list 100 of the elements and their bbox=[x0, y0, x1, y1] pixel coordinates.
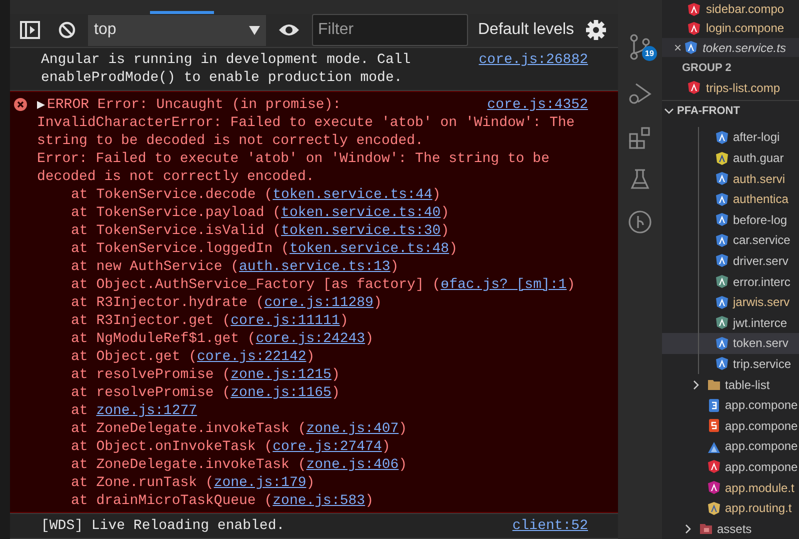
open-editor-item[interactable]: login.compone bbox=[662, 18, 799, 38]
stack-frame-link[interactable]: token.service.ts:44 bbox=[272, 186, 432, 204]
file-type-icon bbox=[716, 357, 728, 370]
branch-circle-icon[interactable] bbox=[628, 210, 652, 234]
tree-item[interactable]: driver.serv bbox=[662, 250, 799, 272]
tree-item[interactable]: app.compone bbox=[662, 456, 799, 478]
stack-frame-text: at TokenService.loggedIn ( bbox=[71, 240, 290, 258]
file-name: app.compone bbox=[725, 458, 798, 476]
stack-frame-text: at Zone.runTask ( bbox=[71, 474, 214, 492]
close-icon[interactable]: × bbox=[674, 38, 682, 58]
stack-frame-text: ) bbox=[398, 420, 408, 438]
tree-item[interactable]: token.serv bbox=[662, 333, 799, 354]
chevron-right-icon bbox=[684, 524, 692, 534]
file-name: authentica bbox=[733, 191, 788, 208]
stack-frame-text: at resolvePromise ( bbox=[71, 384, 231, 402]
file-name: token.serv bbox=[733, 335, 788, 352]
stack-frame-text: at R3Injector.hydrate ( bbox=[71, 294, 264, 312]
source-link[interactable]: core.js:26882 bbox=[478, 51, 588, 69]
tree-item[interactable]: auth.guar bbox=[662, 148, 799, 168]
file-name: before-log bbox=[733, 212, 788, 229]
source-link[interactable]: core.js:4352 bbox=[487, 96, 588, 114]
open-editor-item[interactable]: × token.service.ts bbox=[662, 38, 799, 58]
tree-item[interactable]: app.routing.t bbox=[662, 498, 799, 518]
context-dropdown[interactable]: top bbox=[88, 14, 266, 46]
eye-icon[interactable] bbox=[278, 23, 300, 38]
file-type-icon bbox=[716, 152, 728, 165]
stack-frame-text: ) bbox=[449, 240, 458, 258]
log-levels-dropdown[interactable]: Default levels bbox=[478, 18, 574, 42]
folder-icon bbox=[708, 378, 720, 392]
open-editor-item[interactable]: sidebar.compo bbox=[662, 0, 799, 19]
tree-item[interactable]: app.compone bbox=[662, 415, 799, 436]
stack-frame-link[interactable]: zone.js:407 bbox=[306, 420, 399, 438]
dropdown-caret-icon bbox=[249, 26, 260, 35]
file-type-icon bbox=[688, 22, 700, 35]
tree-item[interactable]: after-logi bbox=[662, 127, 799, 148]
tree-item[interactable]: auth.servi bbox=[662, 168, 799, 189]
tree-item[interactable]: car.service bbox=[662, 230, 799, 251]
run-debug-icon[interactable] bbox=[628, 82, 652, 106]
explorer-section-header[interactable]: PFA-FRONT bbox=[662, 100, 799, 122]
file-name: token.service.ts bbox=[702, 40, 786, 57]
file-name: trips-list.comp bbox=[706, 80, 780, 97]
stack-frame-link[interactable]: core.js:11111 bbox=[230, 312, 340, 330]
stack-frame-link[interactable]: token.service.ts:30 bbox=[281, 222, 441, 240]
stack-frame-text: at ZoneDelegate.invokeTask ( bbox=[71, 456, 306, 474]
stack-frame-link[interactable]: zone.js:583 bbox=[272, 492, 366, 510]
stack-frame-link[interactable]: token.service.ts:40 bbox=[281, 204, 441, 222]
tree-item[interactable]: error.interc bbox=[662, 271, 799, 292]
stack-frame-link[interactable]: token.service.ts:48 bbox=[289, 240, 450, 258]
notification-badge: 19 bbox=[642, 46, 657, 61]
open-editor-item[interactable]: trips-list.comp bbox=[662, 78, 799, 98]
sidebar-toggle-icon[interactable] bbox=[20, 21, 40, 40]
tree-item[interactable]: jwt.interce bbox=[662, 312, 799, 334]
file-name: app.routing.t bbox=[725, 500, 792, 518]
extensions-icon[interactable] bbox=[628, 126, 652, 150]
file-type-icon bbox=[708, 419, 720, 432]
file-name: assets bbox=[717, 520, 752, 538]
file-name: driver.serv bbox=[733, 252, 788, 270]
stack-frame-link[interactable]: core.js:27474 bbox=[272, 438, 382, 456]
settings-icon[interactable] bbox=[586, 20, 606, 40]
tree-item[interactable]: jarwis.serv bbox=[662, 292, 799, 312]
source-control-icon[interactable] bbox=[628, 34, 652, 60]
stack-frame-text: at NgModuleRef$1.get ( bbox=[71, 330, 256, 348]
file-type-icon bbox=[716, 130, 728, 144]
stack-frame-link[interactable]: core.js:11289 bbox=[264, 294, 374, 312]
tree-item[interactable]: app.module.t bbox=[662, 477, 799, 498]
tree-item[interactable]: trip.service bbox=[662, 354, 799, 374]
file-name: jwt.interce bbox=[733, 314, 788, 332]
tree-item[interactable]: before-log bbox=[662, 210, 799, 230]
stack-frame-link[interactable]: zone.js:1165 bbox=[230, 384, 332, 402]
tree-item[interactable]: assets bbox=[662, 518, 799, 539]
file-name: jarwis.serv bbox=[733, 294, 790, 312]
stack-frame-link[interactable]: core.js:22142 bbox=[197, 348, 306, 366]
tree-item[interactable]: app.compone bbox=[662, 436, 799, 457]
file-type-icon bbox=[684, 41, 697, 54]
stack-frame-link[interactable]: zone.js:1215 bbox=[230, 366, 332, 384]
flask-icon[interactable] bbox=[630, 168, 650, 190]
file-type-icon bbox=[708, 398, 720, 412]
stack-frame-text: at Object.AuthService_Factory [as factory] ( bbox=[71, 276, 441, 294]
clear-console-icon[interactable] bbox=[58, 21, 76, 40]
tree-item[interactable]: app.compone bbox=[662, 394, 799, 416]
error-text: InvalidCharacterError: Failed to execute 'atob' on 'Window': The string to be decoded is not correctly encoded. bbox=[37, 114, 576, 150]
stack-frame-link[interactable]: core.js:24243 bbox=[256, 330, 366, 348]
filter-field[interactable]: Filter bbox=[312, 14, 468, 46]
tree-item[interactable]: table-list bbox=[662, 374, 799, 395]
stack-frame-text: at new AuthService ( bbox=[71, 258, 240, 276]
error-text: Error: Failed to execute 'atob' on 'Window': The string to be decoded is not correctly encoded. bbox=[37, 150, 550, 186]
file-type-icon bbox=[708, 502, 720, 515]
tree-item[interactable]: authentica bbox=[662, 188, 799, 210]
error-icon bbox=[14, 98, 27, 111]
stack-frame-text: ) bbox=[398, 456, 408, 474]
stack-frame-link[interactable]: ɵfac.js? [sm]:1 bbox=[440, 276, 567, 294]
source-link[interactable]: client:52 bbox=[512, 517, 588, 535]
stack-frame-link[interactable]: auth.service.ts:13 bbox=[239, 258, 390, 276]
stack-frame-link[interactable]: zone.js:1277 bbox=[96, 402, 198, 420]
stack-frame-link[interactable]: zone.js:406 bbox=[306, 456, 399, 474]
stack-frame-text: ) bbox=[390, 258, 399, 276]
stack-frame-text: at Object.onInvokeTask ( bbox=[71, 438, 273, 456]
console-message: [WDS] Live Reloading enabled. bbox=[41, 517, 286, 535]
stack-frame-link[interactable]: zone.js:179 bbox=[214, 474, 306, 492]
collapsed-triangle-icon[interactable] bbox=[37, 100, 45, 110]
